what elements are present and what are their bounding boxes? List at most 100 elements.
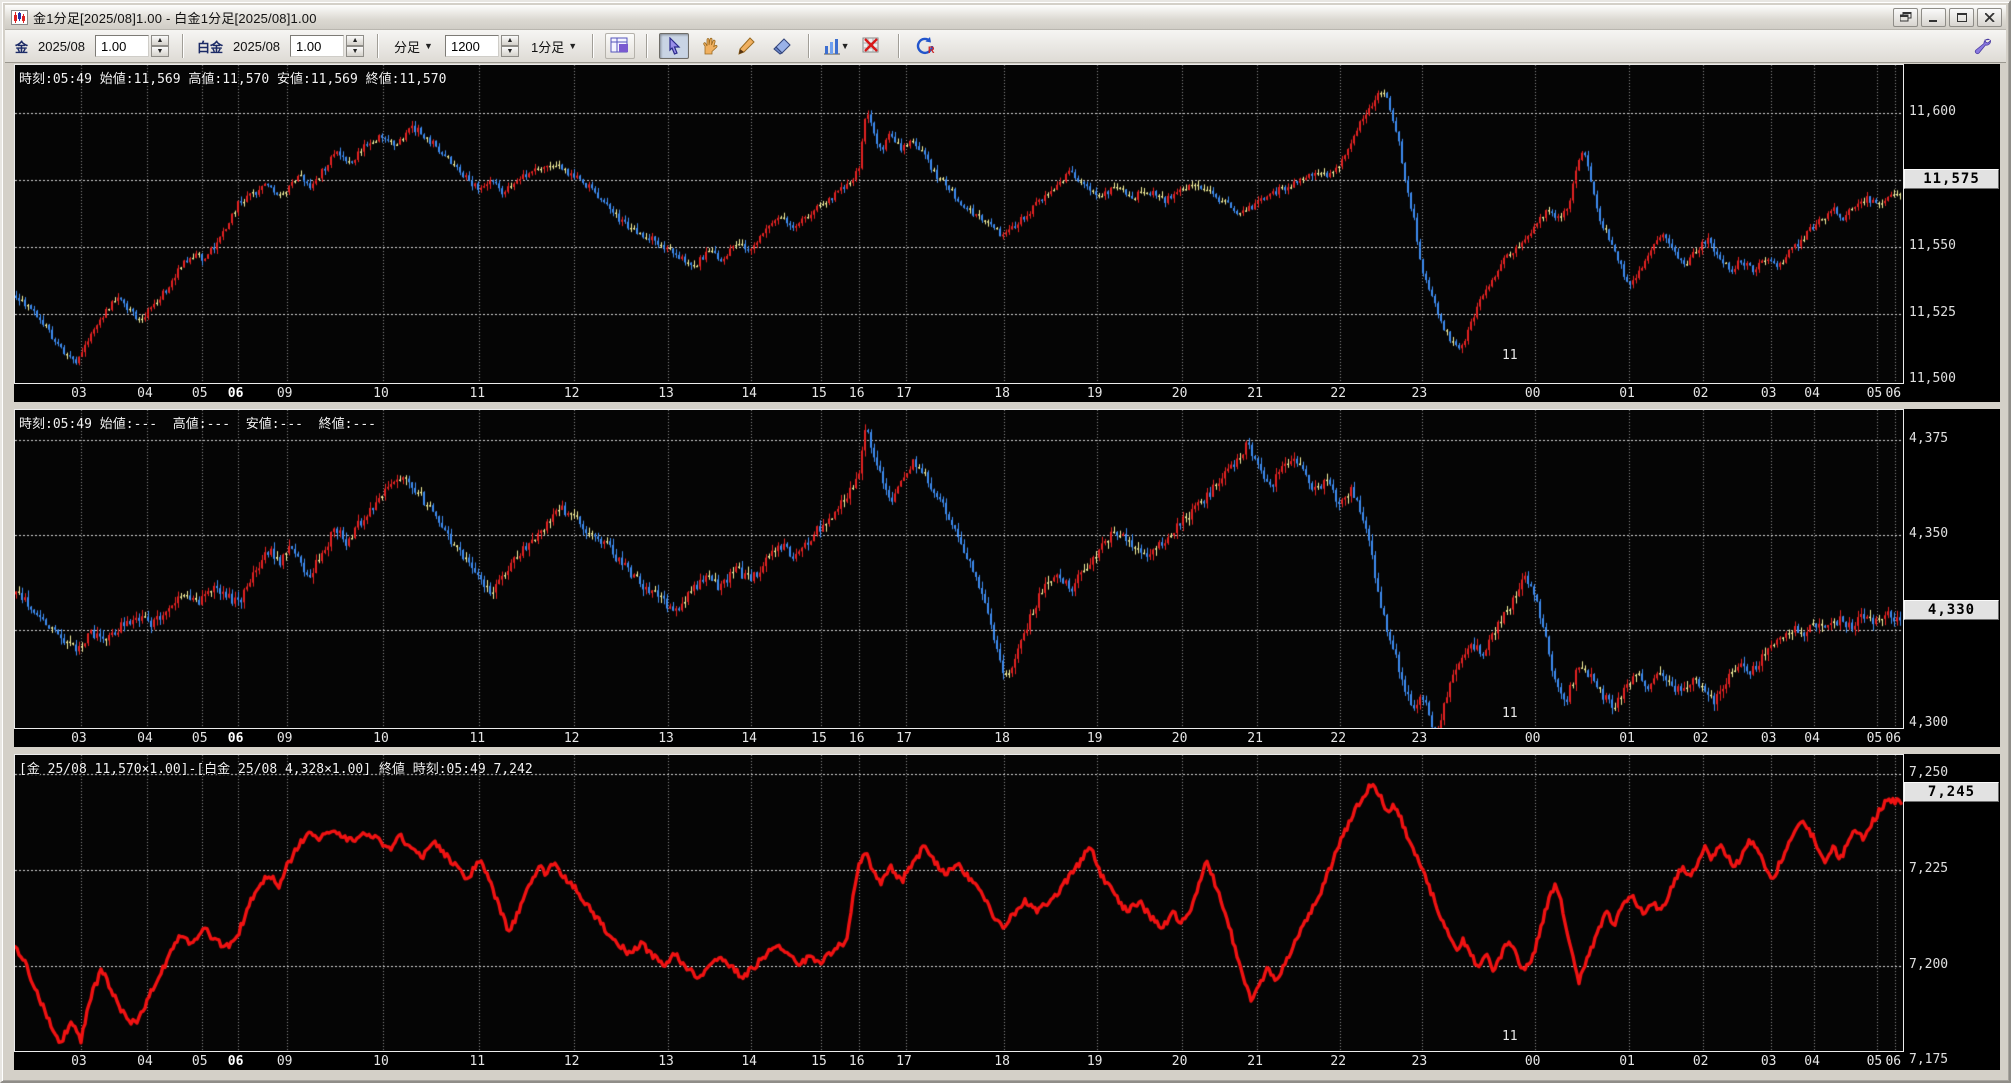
remove-chart-button[interactable] [857,33,887,59]
date-change-label: 11 [1501,706,1518,721]
y-axis-tick-label: 7,250 [1909,765,1949,781]
time-axis-tick-label: 10 [373,731,389,746]
chart-settings-button[interactable] [605,33,636,59]
minimize-button[interactable] [1921,7,1946,27]
platinum-ratio-spinner: 1.00 ▲ ▼ [290,35,365,57]
platinum-ratio-down-button[interactable]: ▼ [346,46,365,57]
spread-chart-panel: [金 25/08 11,570×1.00]-[白金 25/08 4,328×1.… [14,754,2000,1070]
time-axis-tick-label: 01 [1619,386,1635,401]
platinum-ratio-up-button[interactable]: ▲ [346,35,365,46]
period-dropdown[interactable]: 1分足 ▼ [527,35,581,58]
bar-count-input[interactable]: 1200 [444,35,499,57]
spread-formula-info-line: [金 25/08 11,570×1.00]-[白金 25/08 4,328×1.… [19,762,533,777]
time-axis-tick-label: 04 [1804,386,1820,401]
gold-candles-canvas[interactable] [15,65,1903,383]
select-cursor-button[interactable] [659,33,690,59]
gold-ratio-spinner: 1.00 ▲ ▼ [95,35,170,57]
time-axis-tick-label: 04 [137,731,153,746]
eraser-button[interactable] [767,33,797,59]
time-axis-tick-label: 12 [563,386,580,401]
chart-type-button[interactable]: ▼ [821,33,851,59]
current-price-box: 11,575 [1904,168,1999,189]
platinum-chart-plot-area[interactable]: 時刻:05:49 始値:--- 高値:--- 安値:--- 終値:--- 11 [14,409,1904,729]
refresh-button[interactable]: R [911,33,941,59]
time-axis-tick-label: 13 [658,731,674,746]
gold-chart-plot-area[interactable]: 時刻:05:49 始値:11,569 高値:11,570 安値:11,569 終… [14,64,1904,384]
gold-ratio-input[interactable]: 1.00 [95,35,150,57]
time-axis-tick-label: 04 [137,386,153,401]
time-axis-tick-label: 06 [227,1054,244,1069]
time-axis-tick-label: 03 [1760,1054,1777,1069]
platinum-ratio-input[interactable]: 1.00 [290,35,345,57]
close-button[interactable] [1977,7,2002,27]
current-price-box: 7,245 [1904,782,1999,803]
y-axis-tick-label: 11,500 [1909,371,1956,387]
time-axis-tick-label: 11 [469,731,486,746]
gold-symbol-label: 金 [15,39,29,55]
y-axis-tick-label: 7,175 [1909,1052,1949,1067]
time-axis-tick-label: 21 [1247,386,1263,401]
time-axis-tick-label: 19 [1086,1054,1103,1069]
time-axis-tick-label: 14 [741,1054,757,1069]
gold-ratio-up-button[interactable]: ▲ [151,35,170,46]
pan-hand-icon [703,37,718,55]
time-axis-tick-label: 05 [191,1054,208,1069]
platinum-candles-canvas[interactable] [15,410,1903,728]
settings-wrench-button[interactable] [1968,33,1998,59]
time-axis-tick-label: 09 [276,731,293,746]
time-axis-tick-label: 15 [811,1054,827,1069]
toolbar-separator [898,34,901,58]
pan-hand-button[interactable] [695,33,725,59]
chevron-down-icon: ▼ [568,41,578,51]
gold-price-axis: 11,600 11,550 11,525 11,500 11,575 [1904,64,2000,402]
platinum-price-axis: 4,375 4,350 4,300 4,330 [1904,409,2000,747]
bar-type-label: 分足 [394,39,421,55]
title-bar[interactable]: 金1分足[2025/08]1.00 - 白金1分足[2025/08]1.00 [5,5,2006,30]
time-axis-tick-label: 20 [1171,1054,1188,1069]
app-window: 金1分足[2025/08]1.00 - 白金1分足[2025/08]1.00 金… [0,0,2011,1083]
y-axis-tick-label: 4,300 [1909,715,1949,731]
time-axis-tick-label: 04 [1804,731,1820,746]
maximize-button[interactable] [1949,7,1974,27]
eraser-icon [773,38,791,55]
toolbar-separator [377,34,380,58]
bar-chart-icon [823,39,840,55]
time-axis-tick-label: 02 [1692,1054,1709,1069]
time-axis-tick-label: 09 [276,1054,293,1069]
gold-time-axis: 03 04 05 06 09 10 11 12 13 14 15 16 17 18 19 20 21 22 23 00… [14,384,1904,402]
spread-price-axis: 7,250 7,225 7,200 7,175 7,245 [1904,754,2000,1070]
chart-settings-icon [610,37,629,53]
spread-chart-plot-area[interactable]: [金 25/08 11,570×1.00]-[白金 25/08 4,328×1.… [14,754,1904,1052]
time-axis-tick-label: 18 [994,386,1010,401]
time-axis-tick-label: 21 [1247,1054,1263,1069]
spread-line-canvas[interactable] [15,755,1903,1051]
time-axis-tick-label: 06 [1885,731,1902,746]
y-axis-tick-label: 4,375 [1909,431,1949,447]
gold-ratio-down-button[interactable]: ▼ [151,46,170,57]
time-axis-tick-label: 16 [848,1054,865,1069]
time-axis-tick-label: 04 [137,1054,153,1069]
date-change-label: 11 [1501,348,1518,363]
bar-count-down-button[interactable]: ▼ [500,46,519,57]
time-axis-tick-label: 03 [71,386,87,401]
gold-candle-chart-panel: 時刻:05:49 始値:11,569 高値:11,570 安値:11,569 終… [14,64,2000,402]
platinum-time-axis: 03 04 05 06 09 10 11 12 13 14 15 16 17 18 19 20 21 22 23 00… [14,729,1904,747]
bar-count-up-button[interactable]: ▲ [500,35,519,46]
time-axis-tick-label: 03 [1760,386,1777,401]
time-axis-tick-label: 23 [1411,1054,1428,1069]
y-axis-tick-label: 7,225 [1909,861,1949,877]
cascade-windows-button[interactable] [1893,7,1918,27]
pencil-button[interactable] [731,33,761,59]
time-axis-tick-label: 00 [1524,1054,1541,1069]
time-axis-tick-label: 10 [373,1054,389,1069]
time-axis-tick-label: 13 [658,386,674,401]
time-axis-tick-label: 14 [741,386,757,401]
time-axis-tick-label: 11 [469,1054,486,1069]
bar-type-dropdown[interactable]: 分足 ▼ [390,35,437,58]
time-axis-tick-label: 19 [1086,731,1103,746]
app-candlestick-icon [11,9,28,25]
time-axis-tick-label: 16 [848,731,865,746]
time-axis-tick-label: 22 [1330,386,1347,401]
wrench-icon [1974,38,1991,55]
toolbar: 金 2025/08 1.00 ▲ ▼ 白金 2025/08 1.00 ▲ ▼ 分足 … [5,30,2006,63]
